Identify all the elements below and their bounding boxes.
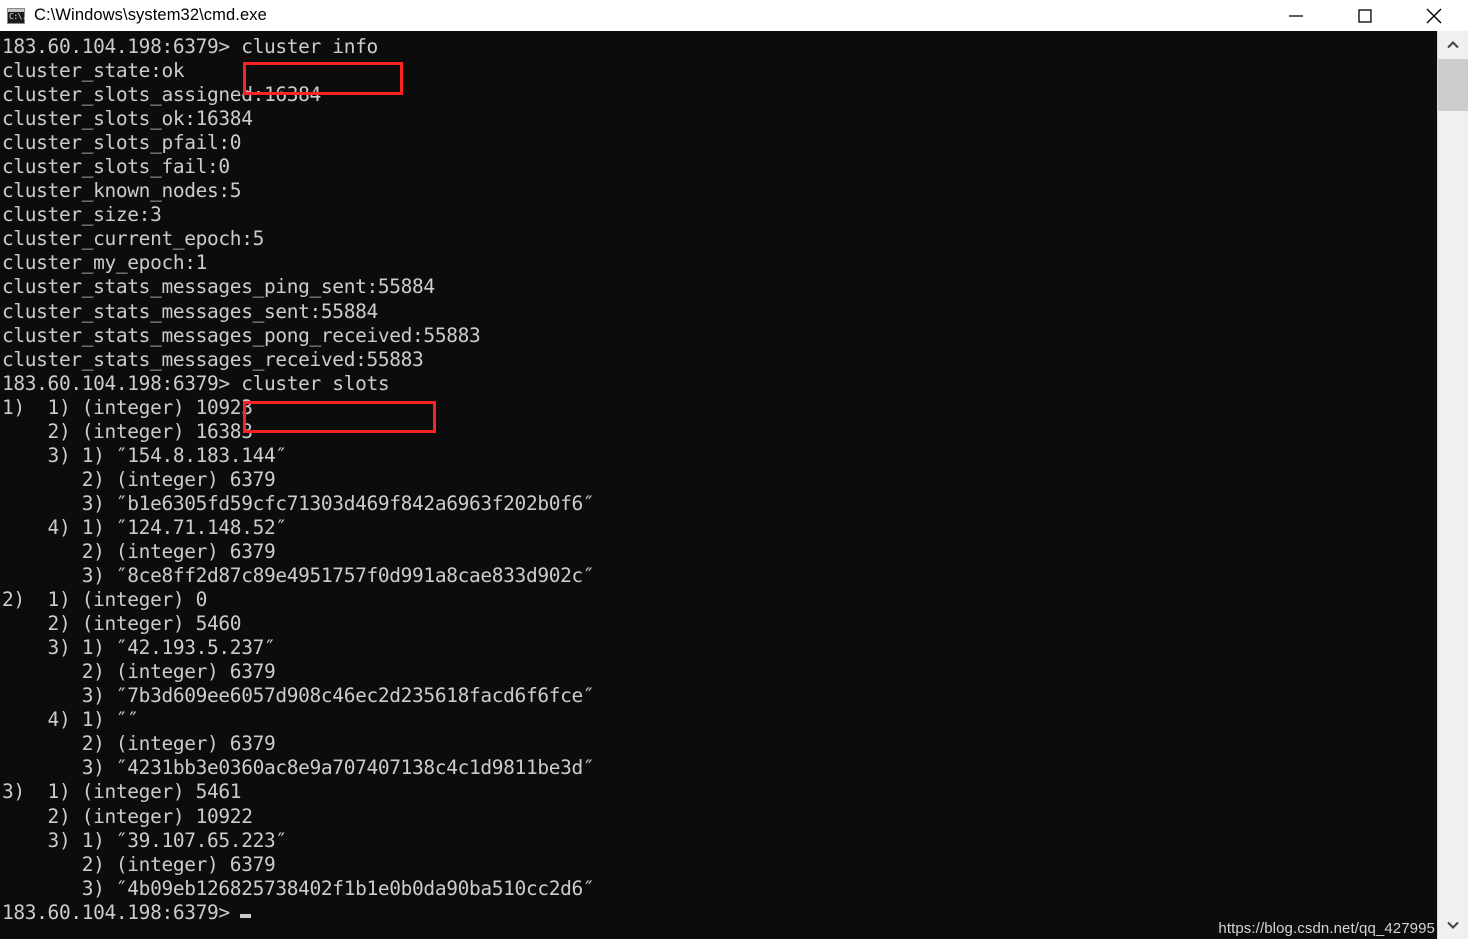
terminal-line: 1) 1) (integer) 10923 (2, 395, 253, 419)
terminal-line: cluster_size:3 (2, 203, 162, 227)
terminal-line: cluster_slots_assigned:16384 (2, 83, 321, 107)
terminal-line: cluster_stats_messages_received:55883 (2, 347, 424, 371)
terminal-line: 2) (integer) 6379 (2, 539, 276, 563)
terminal-line: 4) 1) ″″ (2, 708, 139, 732)
terminal-line: 3) 1) (integer) 5461 (2, 780, 242, 804)
close-button[interactable] (1399, 0, 1468, 31)
maximize-icon (1357, 8, 1372, 23)
maximize-button[interactable] (1330, 0, 1399, 31)
terminal-line: 183.60.104.198:6379> cluster info (2, 35, 378, 58)
terminal-line: cluster_stats_messages_pong_received:558… (2, 323, 481, 347)
chevron-down-icon (1447, 921, 1459, 929)
cmd-console-icon: C:\. (7, 7, 27, 24)
terminal-line: 4) 1) ″124.71.148.52″ (2, 515, 288, 539)
close-icon (1426, 8, 1441, 23)
terminal-line: 3) 1) ″154.8.183.144″ (2, 443, 288, 467)
terminal-line: 183.60.104.198:6379> cluster slots (2, 371, 390, 395)
terminal-line: 2) (integer) 6379 (2, 660, 276, 684)
terminal-line: 2) (integer) 6379 (2, 732, 276, 756)
terminal-lines: 183.60.104.198:6379> cluster info cluster… (2, 35, 1437, 925)
terminal-line: 3) ″8ce8ff2d87c89e4951757f0d991a8cae833d… (2, 564, 595, 588)
terminal-output[interactable]: 183.60.104.198:6379> cluster info cluster… (0, 31, 1437, 939)
terminal-line: cluster_my_epoch:1 (2, 251, 208, 275)
cmd-icon-text: C:\. (9, 11, 27, 21)
terminal-line: 3) 1) ″39.107.65.223″ (2, 828, 288, 852)
scrollbar-thumb[interactable] (1438, 59, 1468, 111)
terminal-line: cluster_slots_ok:16384 (2, 107, 253, 131)
terminal-line: 3) ″4b09eb126825738402f1b1e0b0da90ba510c… (2, 876, 595, 900)
terminal-line: cluster_stats_messages_sent:55884 (2, 299, 378, 323)
minimize-icon (1288, 14, 1303, 17)
terminal-line: cluster_slots_fail:0 (2, 155, 230, 179)
window-titlebar: C:\. C:\Windows\system32\cmd.exe (0, 0, 1468, 31)
watermark-text: https://blog.csdn.net/qq_427995 (1218, 920, 1435, 937)
window-controls (1261, 0, 1468, 31)
vertical-scrollbar[interactable] (1437, 31, 1468, 939)
terminal-line: 3) ″b1e6305fd59cfc71303d469f842a6963f202… (2, 491, 595, 515)
scrollbar-track[interactable] (1438, 59, 1468, 911)
scrollbar-up-button[interactable] (1438, 31, 1468, 59)
console-area: 183.60.104.198:6379> cluster info cluster… (0, 31, 1468, 939)
terminal-line: 3) ″4231bb3e0360ac8e9a707407138c4c1d9811… (2, 756, 595, 780)
cmd-window: C:\. C:\Windows\system32\cmd.exe 183.60.… (0, 0, 1468, 939)
terminal-line: cluster_state:ok (2, 59, 185, 83)
terminal-line: 2) (integer) 6379 (2, 852, 276, 876)
terminal-line: cluster_known_nodes:5 (2, 179, 242, 203)
terminal-line: 2) 1) (integer) 0 (2, 588, 208, 612)
terminal-line: 2) (integer) 5460 (2, 612, 242, 636)
chevron-up-icon (1447, 41, 1459, 49)
text-cursor (239, 913, 251, 918)
window-title: C:\Windows\system32\cmd.exe (34, 6, 267, 24)
terminal-line: cluster_current_epoch:5 (2, 227, 264, 251)
terminal-line: 2) (integer) 10922 (2, 804, 253, 828)
terminal-line: 2) (integer) 16383 (2, 419, 253, 443)
terminal-line: 3) ″7b3d609ee6057d908c46ec2d235618facd6f… (2, 684, 595, 708)
scrollbar-down-button[interactable] (1438, 911, 1468, 939)
minimize-button[interactable] (1261, 0, 1330, 31)
terminal-line: 2) (integer) 6379 (2, 467, 276, 491)
prompt-text: 183.60.104.198:6379> (2, 900, 230, 924)
terminal-line: cluster_slots_pfail:0 (2, 131, 242, 155)
terminal-line: 3) 1) ″42.193.5.237″ (2, 636, 276, 660)
terminal-line: cluster_stats_messages_ping_sent:55884 (2, 275, 435, 299)
